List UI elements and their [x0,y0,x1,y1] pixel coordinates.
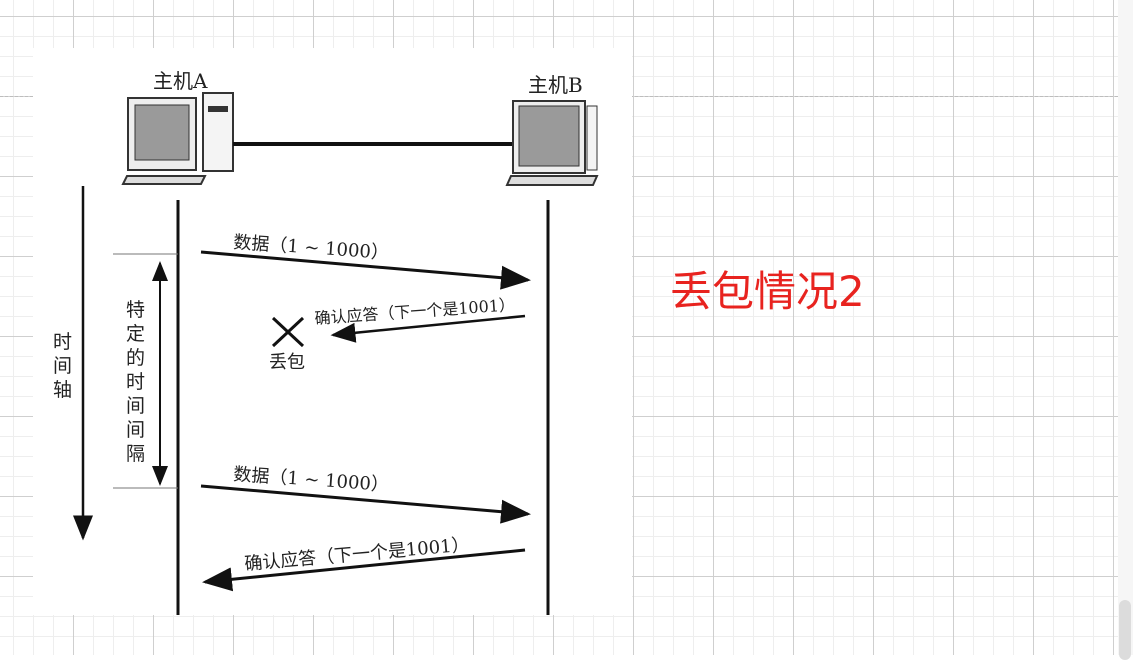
host-b-label: 主机B [528,73,583,97]
packet-lost-label: 丢包 [269,352,305,373]
note-text[interactable]: 丢包情况2 [670,258,865,319]
computer-icon-host-a [121,92,234,185]
computer-icon-host-b [505,100,599,186]
time-axis-label: 时 间 轴 [53,331,78,401]
scrollbar-thumb[interactable] [1119,600,1131,660]
data-1-label: 数据（1 ~ 1000） [233,232,390,264]
ack-1-label: 确认应答（下一个是1001） [314,295,516,328]
lost-x-icon [271,316,305,348]
interval-label: 特 定 的 时 间 间 隔 [126,299,151,465]
host-a-label: 主机A [153,69,208,93]
packet-loss-diagram-image[interactable]: 主机A 主机B 时 间 轴 特 定 的 时 间 间 隔 数据（1 ~ 1000）… [33,48,632,615]
ack-2-label: 确认应答（下一个是1001） [244,534,471,575]
vertical-scrollbar[interactable] [1118,0,1133,655]
